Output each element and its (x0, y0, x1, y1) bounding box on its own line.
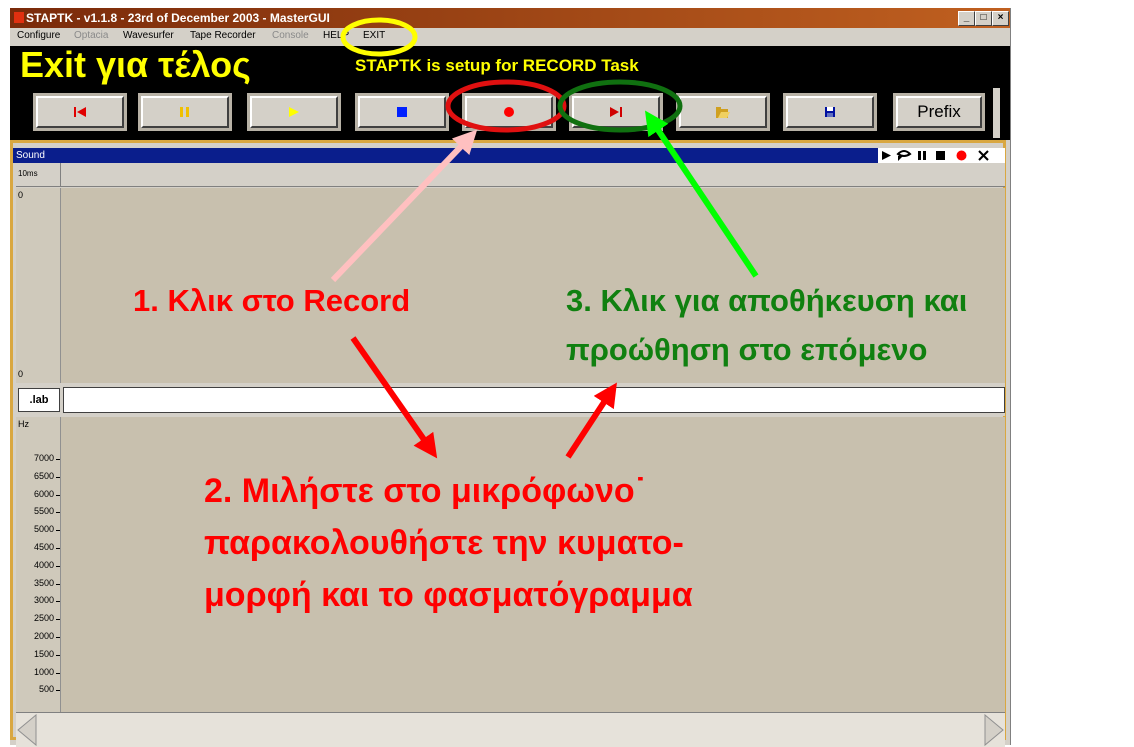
sound-controls (878, 148, 1005, 163)
skip-back-icon (74, 107, 86, 117)
hz-tick-mark (56, 459, 60, 460)
scale-label: 10ms (18, 169, 38, 178)
hz-tick-mark (56, 476, 60, 478)
menu-help[interactable]: HELP (323, 30, 349, 41)
skip-back-button[interactable] (33, 93, 127, 131)
hz-label: Hz (18, 419, 29, 429)
open-button[interactable] (676, 93, 770, 131)
record-icon[interactable] (956, 150, 967, 161)
loop-icon[interactable] (896, 150, 912, 161)
save-icon (825, 107, 835, 117)
hz-tick-label: 1000 (33, 666, 54, 677)
step2-annotation-line2: παρακολουθήστε την κυματο- (204, 524, 684, 562)
hz-tick-label: 5000 (33, 524, 54, 535)
time-scale: 10ms (16, 163, 1005, 187)
wave-top-label: 0 (18, 190, 24, 200)
hz-tick-mark (56, 601, 60, 603)
hz-tick-mark (56, 565, 60, 567)
hz-tick-label: 4000 (33, 559, 54, 570)
menu-tape-recorder[interactable]: Tape Recorder (190, 30, 256, 41)
maximize-button[interactable]: □ (975, 11, 992, 26)
step2-annotation-line1: 2. Μιλήστε στο μικρόφωνο˙ (204, 472, 647, 510)
hz-tick-label: 6500 (33, 470, 54, 481)
hz-tick-label: 3000 (33, 595, 54, 606)
menu-wavesurfer[interactable]: Wavesurfer (123, 30, 174, 41)
menu-console[interactable]: Console (272, 30, 309, 41)
lab-field[interactable] (63, 387, 1005, 413)
pause-icon[interactable] (918, 151, 927, 160)
hz-tick-mark (56, 583, 60, 585)
hz-tick-label: 3500 (33, 577, 54, 588)
stop-icon (397, 107, 407, 117)
status-text: STAPTK is setup for RECORD Task (355, 56, 639, 75)
skip-forward-button[interactable] (569, 93, 663, 131)
hz-tick-label: 5500 (33, 506, 54, 517)
hz-tick-label: 2000 (33, 631, 54, 641)
close-button[interactable]: × (992, 11, 1009, 26)
menu-exit[interactable]: EXIT (363, 30, 385, 41)
hz-tick-label: 500 (38, 684, 54, 695)
hz-tick-label: 4500 (33, 542, 54, 552)
hz-tick-label: 2500 (33, 613, 54, 624)
close-icon[interactable] (978, 150, 989, 161)
scale-divider (60, 163, 61, 186)
stop-icon[interactable] (936, 151, 945, 160)
hz-tick-mark (56, 548, 60, 549)
stop-button[interactable] (355, 93, 449, 131)
hz-tick-label: 1500 (33, 648, 54, 659)
open-folder-icon (716, 106, 730, 118)
exit-hint-text: Exit για τέλος (20, 44, 251, 85)
wave-bottom-label: 0 (18, 369, 24, 379)
app-icon (14, 12, 24, 23)
hz-tick-mark (56, 690, 60, 692)
play-button[interactable] (247, 93, 341, 131)
hz-tick-mark (56, 672, 60, 674)
hz-tick-mark (56, 494, 60, 496)
save-button[interactable] (783, 93, 877, 131)
spectrogram-panel[interactable]: Hz 7000 6500 6000 5500 5000 4500 4000 3500 3000 2… (16, 417, 1005, 712)
hz-tick-mark (56, 619, 60, 621)
label-row: .lab (16, 383, 1005, 416)
hz-tick-mark (56, 637, 60, 638)
scroll-right-icon[interactable] (983, 713, 1005, 747)
hz-tick-label: 7000 (33, 453, 54, 463)
hz-tick-mark (56, 530, 60, 532)
skip-forward-icon (610, 107, 622, 117)
hz-tick-label: 6000 (33, 488, 54, 499)
step3-annotation-line2: προώθηση στο επόμενο (566, 332, 928, 367)
step1-annotation: 1. Κλικ στο Record (133, 283, 411, 318)
window-title: STAPTK - v1.1.8 - 23rd of December 2003 … (26, 11, 330, 25)
prefix-label: Prefix (917, 102, 961, 121)
waveform-axis: 0 0 (16, 188, 61, 383)
step2-annotation-line3: μορφή και το φασματόγραμμα (204, 576, 693, 614)
horizontal-scrollbar[interactable] (16, 712, 1005, 747)
frequency-axis: Hz 7000 6500 6000 5500 5000 4500 4000 3500 3000 2… (16, 417, 61, 712)
prefix-button[interactable]: Prefix (893, 93, 985, 131)
sound-title: Sound (16, 150, 45, 161)
sound-titlebar: Sound (13, 148, 1005, 163)
play-icon (289, 107, 299, 117)
title-bar: STAPTK - v1.1.8 - 23rd of December 2003 … (10, 8, 1010, 28)
menu-configure[interactable]: Configure (17, 30, 60, 41)
application-window: STAPTK - v1.1.8 - 23rd of December 2003 … (10, 8, 1011, 747)
play-icon[interactable] (882, 151, 891, 160)
toolbar: Prefix (10, 88, 1010, 140)
toolbar-scroll[interactable] (993, 88, 1000, 138)
lab-label: .lab (18, 388, 60, 412)
pause-icon (180, 107, 189, 117)
record-icon (504, 107, 514, 117)
hz-tick-mark (56, 654, 60, 656)
step3-annotation-line1: 3. Κλικ για αποθήκευση και (566, 283, 968, 318)
pause-button[interactable] (138, 93, 232, 131)
menu-optacia[interactable]: Optacia (74, 30, 108, 41)
minimize-button[interactable]: _ (958, 11, 975, 26)
scroll-left-icon[interactable] (16, 713, 38, 747)
banner: Exit για τέλος STAPTK is setup for RECOR… (10, 44, 1010, 88)
record-button[interactable] (462, 93, 556, 131)
hz-tick-mark (56, 512, 60, 514)
